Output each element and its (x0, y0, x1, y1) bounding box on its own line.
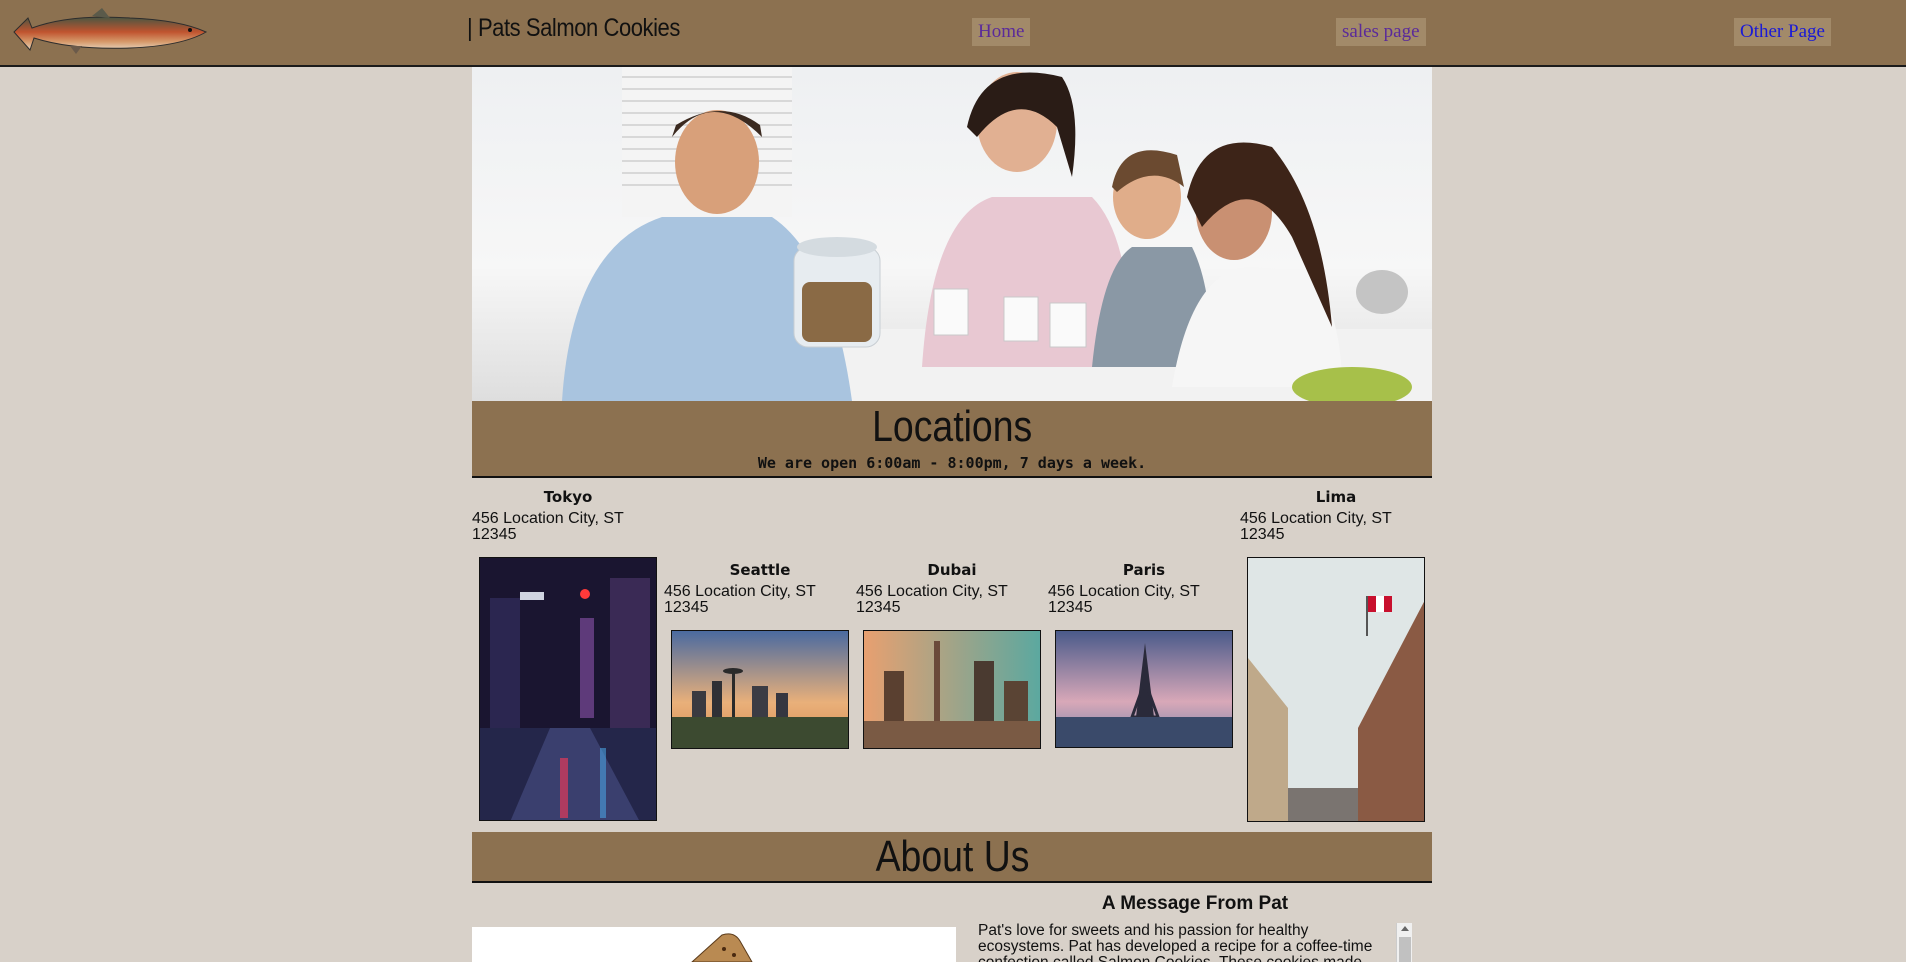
location-address: 456 Location City, ST 12345 (1240, 510, 1392, 543)
hours-text: We are open 6:00am - 8:00pm, 7 days a we… (757, 454, 1147, 472)
location-address: 456 Location City, ST 12345 (664, 583, 816, 616)
locations-title: Locations (871, 402, 1033, 451)
tokyo-photo (479, 557, 657, 821)
message-scrollbar[interactable] (1396, 923, 1412, 962)
scroll-up-arrow-icon[interactable] (1401, 926, 1409, 931)
location-card-tokyo: Tokyo 456 Location City, ST 12345 (472, 485, 672, 543)
brand-title: | Pats Salmon Cookies (467, 14, 680, 42)
site-header: | Pats Salmon Cookies Home sales page Ot… (0, 0, 1906, 67)
location-name: Tokyo (543, 488, 593, 506)
locations-banner: Locations We are open 6:00am - 8:00pm, 7… (472, 401, 1432, 478)
location-card-dubai: Dubai 456 Location City, ST 12345 (856, 558, 1056, 616)
location-name: Dubai (927, 561, 977, 579)
nav-sales-link[interactable]: sales page (1336, 18, 1426, 46)
seattle-photo (671, 630, 849, 749)
salmon-logo (13, 8, 208, 54)
salmon-cookie-image (472, 927, 956, 962)
location-name: Paris (1122, 561, 1166, 579)
main-content: Locations We are open 6:00am - 8:00pm, 7… (472, 67, 1432, 962)
location-card-seattle: Seattle 456 Location City, ST 12345 (664, 558, 864, 616)
nav-other-link[interactable]: Other Page (1734, 18, 1831, 46)
location-name: Seattle (729, 561, 791, 579)
message-title: A Message From Pat (1101, 893, 1289, 914)
lima-photo (1247, 557, 1425, 822)
location-address: 456 Location City, ST 12345 (1048, 583, 1200, 616)
location-card-paris: Paris 456 Location City, ST 12345 (1048, 558, 1248, 616)
message-text-box[interactable]: Pat's love for sweets and his passion fo… (974, 921, 1410, 962)
nav-home-link[interactable]: Home (972, 18, 1031, 46)
dubai-photo (863, 630, 1041, 749)
location-address: 456 Location City, ST 12345 (856, 583, 1008, 616)
about-banner: About Us (472, 832, 1432, 883)
hero-family-photo (472, 67, 1432, 401)
paris-photo (1055, 630, 1233, 748)
location-address: 456 Location City, ST 12345 (472, 510, 624, 543)
location-card-lima: Lima 456 Location City, ST 12345 (1240, 485, 1440, 543)
message-text: Pat's love for sweets and his passion fo… (978, 922, 1373, 962)
scroll-thumb[interactable] (1399, 937, 1411, 962)
about-title: About Us (875, 832, 1029, 881)
location-name: Lima (1315, 488, 1357, 506)
